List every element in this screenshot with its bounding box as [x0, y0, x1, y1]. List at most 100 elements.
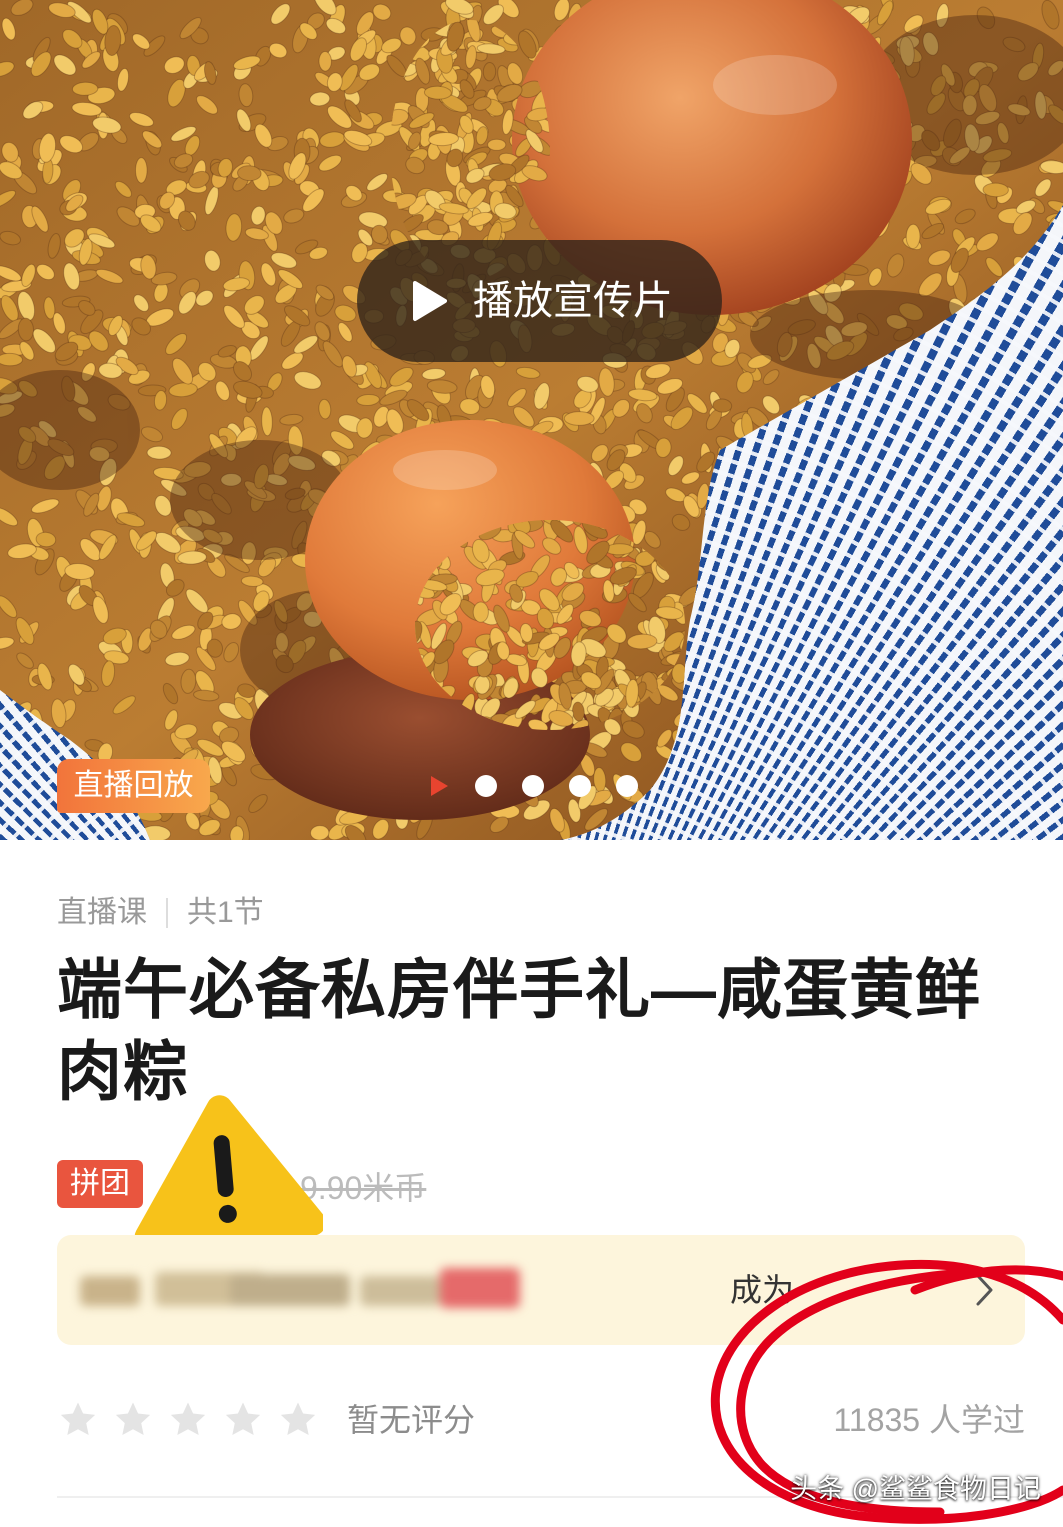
rice-grain	[863, 450, 887, 468]
rice-grain	[789, 506, 806, 533]
rice-grain	[691, 775, 705, 799]
hero-carousel[interactable]: 播放宣传片 直播回放	[0, 0, 1063, 840]
rice-grain	[1001, 592, 1025, 610]
rice-grain	[807, 549, 825, 566]
rice-grain	[950, 638, 979, 651]
rice-grain	[1011, 756, 1037, 777]
rice-grain	[0, 824, 23, 840]
star-icon	[225, 1402, 261, 1436]
rice-grain	[785, 787, 803, 814]
carousel-dot	[569, 775, 591, 797]
rice-grain	[824, 457, 848, 480]
rice-grain	[833, 771, 849, 800]
rice-grain	[1036, 329, 1050, 356]
rice-grain	[871, 651, 899, 672]
rice-grain	[786, 608, 804, 632]
rice-grain	[841, 446, 861, 460]
rice-grain	[704, 777, 734, 793]
rice-grain	[803, 811, 822, 833]
rice-grain	[943, 502, 966, 521]
rice-grain	[756, 688, 784, 705]
rice-grain	[851, 583, 871, 602]
rice-grain	[876, 766, 906, 783]
rice-grain	[920, 641, 936, 668]
rice-grain	[984, 304, 1003, 324]
rice-grain	[865, 642, 890, 655]
rice-grain	[850, 554, 869, 579]
rice-grain	[907, 387, 927, 403]
rice-grain	[1052, 460, 1063, 478]
rice-grain	[1041, 388, 1059, 415]
rice-grain	[722, 802, 742, 821]
rice-grain	[0, 752, 17, 782]
rice-grain	[901, 659, 931, 676]
rice-grain	[722, 517, 735, 541]
rice-grain	[1026, 573, 1043, 590]
rice-grain	[989, 768, 1012, 783]
rice-grain	[991, 659, 1005, 679]
rice-grain	[902, 370, 927, 389]
rice-grain	[845, 517, 867, 532]
rice-grain	[833, 459, 850, 487]
rice-grain	[993, 742, 1007, 768]
rice-grain	[880, 471, 906, 487]
rice-grain	[763, 623, 784, 644]
rice-grain	[934, 735, 962, 753]
rice-grain	[29, 731, 47, 758]
star-icon	[115, 1402, 151, 1436]
rice-grain	[763, 781, 782, 807]
rice-grain	[767, 568, 782, 591]
rice-grain	[854, 516, 870, 540]
rice-grain	[915, 349, 939, 372]
rice-grain	[1026, 756, 1056, 774]
rice-grain	[977, 568, 994, 592]
rice-grain	[1018, 625, 1041, 653]
rice-grain	[688, 737, 709, 763]
rice-grain	[888, 816, 908, 835]
rice-grain	[870, 501, 900, 519]
rice-grain	[1032, 638, 1054, 656]
rice-grain	[759, 604, 777, 626]
rice-grain	[934, 478, 955, 498]
rice-grain	[779, 640, 800, 661]
rice-grain	[990, 545, 1005, 570]
carousel-dot-active	[431, 776, 448, 796]
meta-divider	[166, 898, 168, 928]
rice-grain	[834, 759, 852, 780]
rice-grain	[947, 503, 965, 532]
rice-grain	[1032, 366, 1051, 387]
course-detail-page: 播放宣传片 直播回放 直播课 共1节 端午必备私房伴手礼—咸蛋黄鲜肉粽 拼团 9…	[0, 0, 1063, 1527]
rice-grain	[782, 444, 799, 466]
rice-grain	[890, 773, 914, 796]
rice-grain	[756, 460, 780, 472]
rice-grain	[801, 526, 821, 545]
rice-grain	[914, 433, 935, 456]
rice-grain	[71, 81, 99, 96]
rice-grain	[941, 647, 955, 678]
play-promo-video-button[interactable]: 播放宣传片	[357, 240, 722, 362]
rice-grain	[865, 458, 889, 474]
rice-grain	[781, 735, 811, 750]
rice-grain	[797, 486, 820, 507]
rice-grain	[807, 503, 829, 526]
rice-grain	[931, 748, 951, 764]
rice-grain	[989, 336, 1003, 361]
rice-grain	[786, 497, 803, 518]
rice-grain	[990, 547, 1010, 574]
rice-grain	[967, 446, 986, 473]
rice-grain	[907, 705, 934, 718]
rice-grain	[758, 735, 783, 761]
rice-grain	[882, 818, 904, 836]
rice-grain	[1046, 638, 1063, 668]
rice-grain	[746, 587, 761, 612]
rice-grain	[920, 522, 942, 541]
rice-grain	[908, 610, 921, 639]
course-type: 直播课	[57, 896, 147, 929]
rice-grain	[740, 514, 769, 531]
lesson-count: 共1节	[187, 896, 264, 929]
carousel-indicators	[428, 774, 638, 798]
rice-grain	[988, 815, 1003, 840]
rice-grain	[759, 747, 774, 772]
rice-grain	[861, 636, 890, 653]
rice-grain	[737, 791, 762, 812]
